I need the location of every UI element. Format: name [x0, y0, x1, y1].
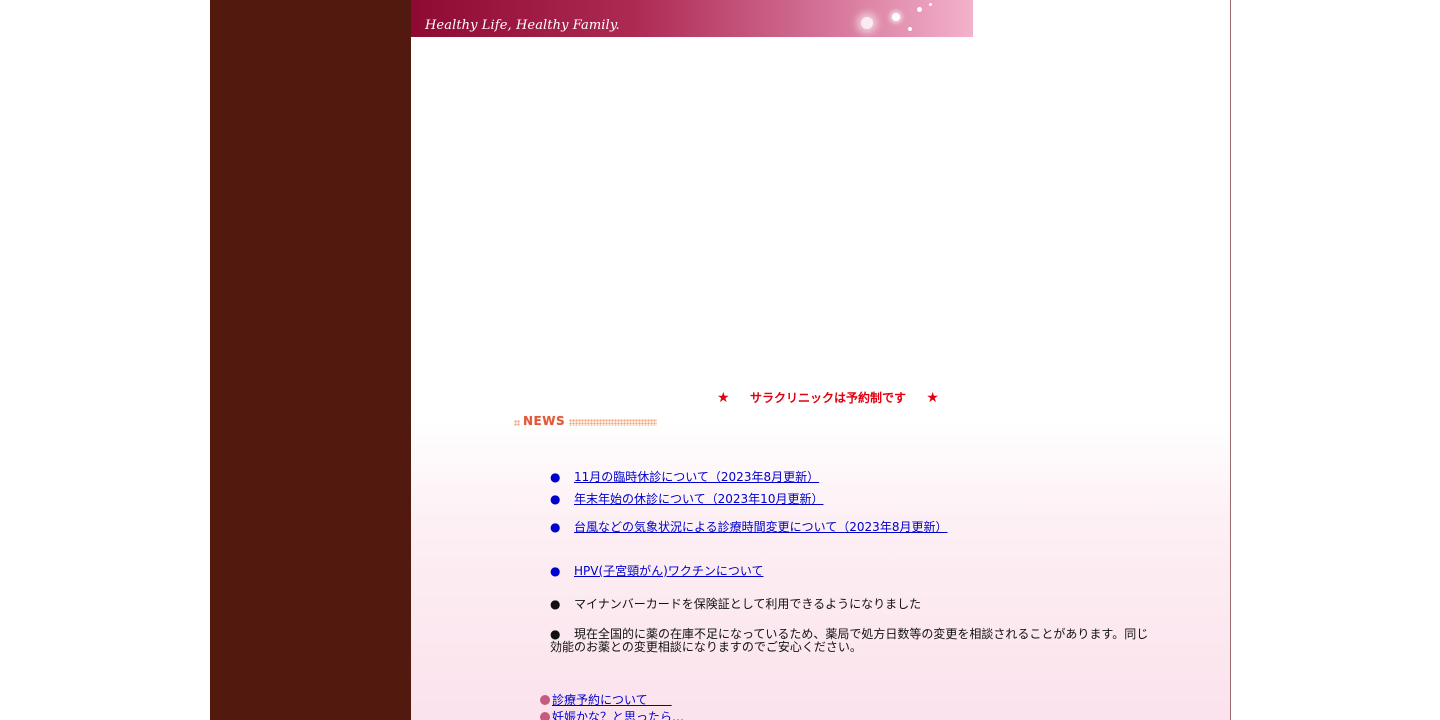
news-item: ● マイナンバーカードを保険証として利用できるようになりました: [550, 595, 921, 612]
sparkle-decoration: [929, 3, 932, 6]
news-link-text[interactable]: 年末年始の休診について（2023年10月更新）: [574, 492, 823, 506]
news-item-text: マイナンバーカードを保険証として利用できるようになりました: [574, 597, 922, 611]
news-link[interactable]: ● 11月の臨時休診について（2023年8月更新）: [550, 470, 819, 484]
left-sidebar: [210, 0, 411, 720]
star-icon: ★: [926, 390, 939, 406]
bullet-icon: ●: [550, 470, 561, 484]
news-item[interactable]: ● 台風などの気象状況による診療時間変更について（2023年8月更新）: [550, 518, 947, 535]
news-item[interactable]: ● 年末年始の休診について（2023年10月更新）: [550, 490, 823, 507]
reservation-notice-text: サラクリニックは予約制です: [749, 391, 906, 405]
menu-item-reservation[interactable]: 診療予約について: [540, 691, 672, 708]
news-link-text[interactable]: 11月の臨時休診について（2023年8月更新）: [574, 470, 819, 484]
reservation-notice: ★ サラクリニックは予約制です ★: [717, 389, 939, 406]
news-link-text[interactable]: HPV(子宮頸がん)ワクチンについて: [574, 564, 763, 578]
news-item[interactable]: ● HPV(子宮頸がん)ワクチンについて: [550, 562, 763, 579]
main-content: Healthy Life, Healthy Family. ★ サラクリニックは…: [411, 0, 1231, 720]
dots-decoration: [569, 419, 657, 426]
sparkle-decoration: [908, 27, 912, 31]
bullet-icon: [540, 695, 550, 705]
news-link[interactable]: ● HPV(子宮頸がん)ワクチンについて: [550, 564, 763, 578]
sparkle-decoration: [861, 17, 873, 29]
bullet-icon: ●: [550, 492, 561, 506]
sparkle-decoration: [917, 7, 922, 12]
news-item: ● 現在全国的に薬の在庫不足になっているため、薬局で処方日数等の変更を相談されるこ…: [550, 628, 1150, 654]
news-link[interactable]: ● 台風などの気象状況による診療時間変更について（2023年8月更新）: [550, 520, 947, 534]
menu-link[interactable]: 診療予約について: [552, 693, 672, 707]
news-heading: NEWS: [514, 414, 664, 430]
menu-item-pregnancy[interactable]: 妊娠かな？と思ったら…: [540, 708, 684, 720]
bullet-icon: [540, 712, 550, 720]
news-link[interactable]: ● 年末年始の休診について（2023年10月更新）: [550, 492, 823, 506]
star-icon: ★: [717, 390, 730, 406]
menu-link[interactable]: 妊娠かな？と思ったら…: [552, 710, 684, 720]
news-item[interactable]: ● 11月の臨時休診について（2023年8月更新）: [550, 468, 819, 485]
news-item-text: 現在全国的に薬の在庫不足になっているため、薬局で処方日数等の変更を相談されること…: [550, 627, 1149, 654]
bullet-icon: ●: [550, 564, 561, 578]
banner-tagline: Healthy Life, Healthy Family.: [425, 18, 620, 33]
sparkle-decoration: [892, 13, 900, 21]
news-link-text[interactable]: 台風などの気象状況による診療時間変更について（2023年8月更新）: [574, 520, 947, 534]
bullet-icon: ●: [550, 597, 561, 611]
news-heading-label: NEWS: [523, 414, 566, 428]
dots-decoration: [514, 420, 520, 426]
header-banner: Healthy Life, Healthy Family.: [411, 0, 973, 37]
bullet-icon: ●: [550, 520, 561, 534]
